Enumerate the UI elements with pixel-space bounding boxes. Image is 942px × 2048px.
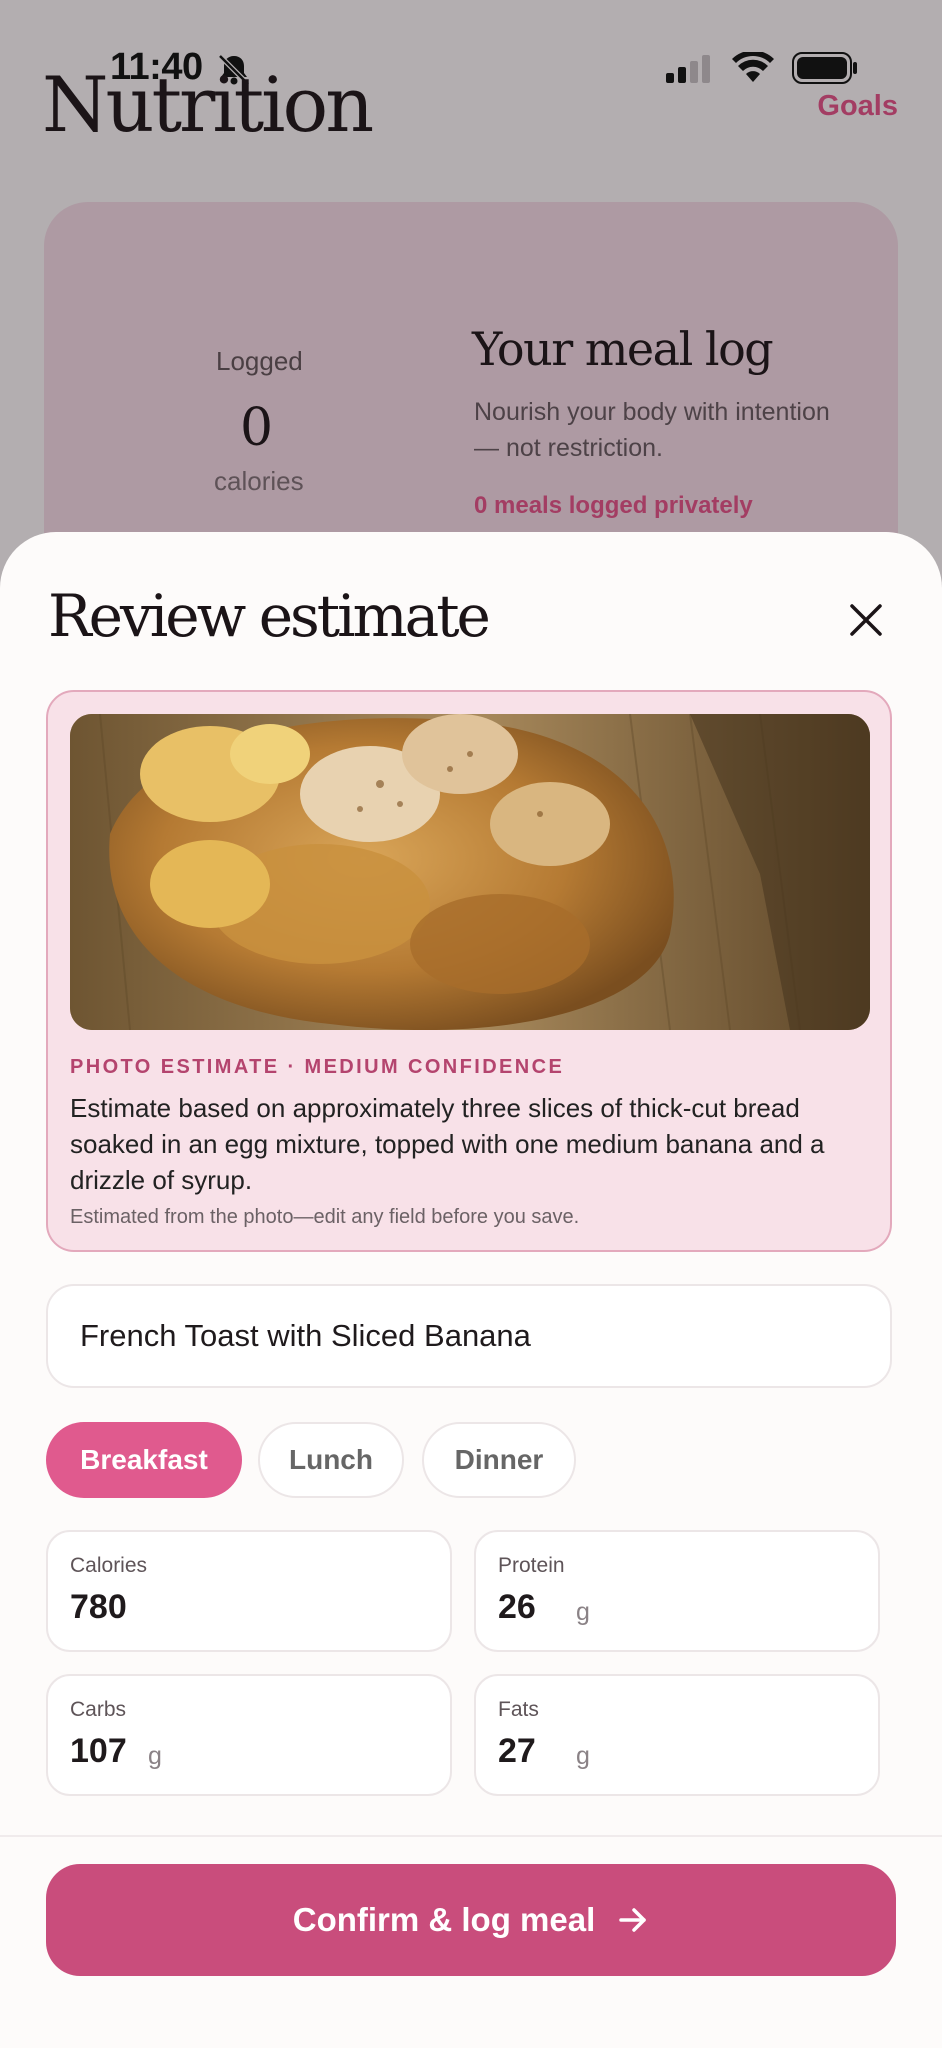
- calories-label: Calories: [70, 1554, 148, 1577]
- photo-estimate-card: PHOTO ESTIMATE · MEDIUM CONFIDENCE Estim…: [46, 690, 892, 1252]
- carbs-field[interactable]: Carbs 107 g: [46, 1674, 452, 1796]
- wifi-icon: [732, 52, 774, 82]
- logged-unit: calories: [214, 466, 304, 496]
- close-button[interactable]: [838, 592, 894, 648]
- goals-link[interactable]: Goals: [817, 90, 898, 123]
- fats-unit: g: [576, 1742, 590, 1770]
- footer-divider: [0, 1835, 942, 1837]
- carbs-unit: g: [148, 1742, 162, 1770]
- review-estimate-sheet: Review estimate PHOTO ESTIMATE · MEDIUM …: [0, 532, 942, 2048]
- app-title: Nutrition: [42, 60, 374, 149]
- sheet-title: Review estimate: [48, 582, 491, 650]
- arrow-right-icon: [619, 1908, 647, 1932]
- carbs-label: Carbs: [70, 1698, 127, 1721]
- fats-field[interactable]: Fats 27 g: [474, 1674, 880, 1796]
- fats-value: 27: [498, 1732, 536, 1770]
- meal-type-breakfast[interactable]: Breakfast: [46, 1422, 242, 1498]
- meal-photo: [70, 714, 870, 1030]
- status-icons: [666, 52, 858, 84]
- protein-unit: g: [576, 1598, 590, 1626]
- close-icon: [850, 604, 882, 636]
- meals-logged-count: 0 meals logged privately: [474, 492, 753, 519]
- calories-field[interactable]: Calories 780: [46, 1530, 452, 1652]
- cellular-signal-icon: [666, 55, 710, 83]
- meal-name-input[interactable]: French Toast with Sliced Banana: [46, 1284, 892, 1388]
- protein-field[interactable]: Protein 26 g: [474, 1530, 880, 1652]
- meal-type-lunch[interactable]: Lunch: [258, 1422, 404, 1498]
- fats-label: Fats: [498, 1698, 539, 1721]
- battery-icon: [792, 52, 857, 84]
- logged-value: 0: [240, 398, 274, 458]
- confirm-label: Confirm & log meal: [292, 1901, 596, 1938]
- meal-type-dinner[interactable]: Dinner: [422, 1422, 576, 1498]
- estimate-note: Estimated from the photo—edit any field …: [70, 1206, 580, 1228]
- carbs-value: 107: [70, 1732, 127, 1770]
- calories-value: 780: [70, 1588, 127, 1626]
- logged-label: Logged: [216, 346, 303, 376]
- estimate-confidence-label: PHOTO ESTIMATE · MEDIUM CONFIDENCE: [70, 1056, 565, 1078]
- protein-label: Protein: [498, 1554, 565, 1577]
- protein-value: 26: [498, 1588, 536, 1626]
- meal-log-title: Your meal log: [472, 322, 774, 376]
- estimate-description: Estimate based on approximately three sl…: [70, 1093, 825, 1195]
- meal-log-subtitle: Nourish your body with intention — not r…: [474, 398, 830, 462]
- confirm-log-meal-button[interactable]: Confirm & log meal: [46, 1864, 896, 1976]
